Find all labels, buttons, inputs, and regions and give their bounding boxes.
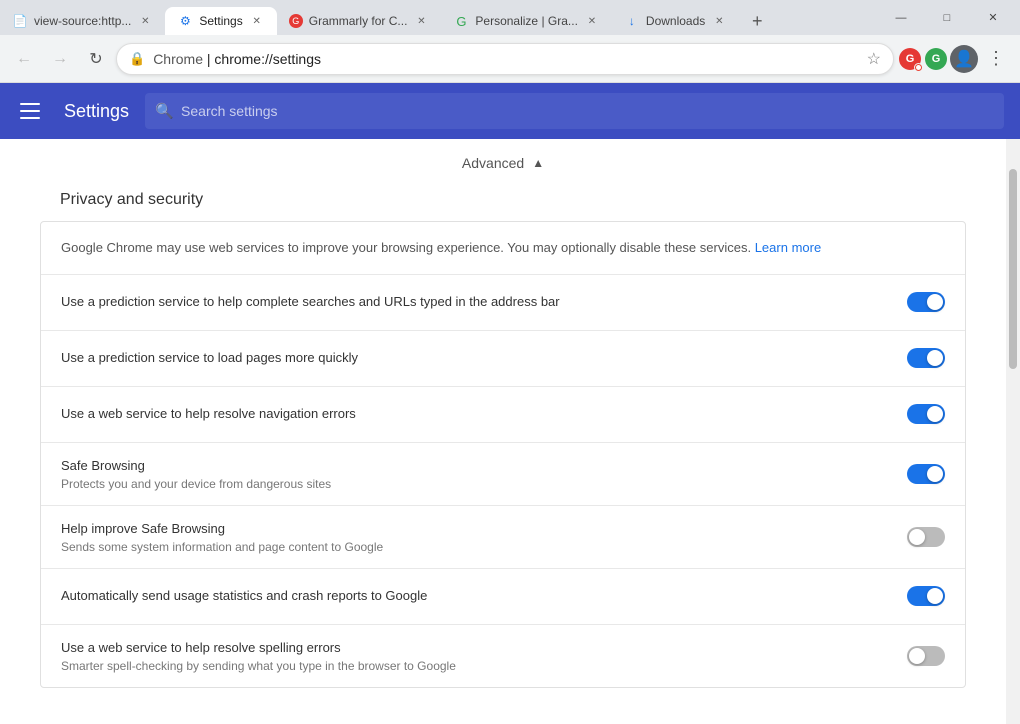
tab-downloads-close[interactable]: ✕	[711, 13, 727, 29]
toggle-prediction-search-text: Use a prediction service to help complet…	[61, 293, 907, 311]
toggle-improve-safe-subtitle: Sends some system information and page c…	[61, 540, 907, 554]
maximize-button[interactable]: □	[924, 0, 970, 35]
toggle-prediction-search-knob	[927, 294, 943, 310]
toggle-safe-browsing-subtitle: Protects you and your device from danger…	[61, 477, 907, 491]
settings-search-input[interactable]	[145, 93, 1004, 129]
toolbar-extensions: G G 👤 ⋮	[898, 43, 1012, 75]
toggle-usage-stats-knob	[927, 588, 943, 604]
toggle-improve-safe-knob	[909, 529, 925, 545]
lock-icon: 🔒	[129, 51, 145, 67]
toggle-row-prediction-search: Use a prediction service to help complet…	[41, 275, 965, 331]
viewsource-tab-icon: 📄	[12, 13, 28, 29]
toggle-row-prediction-pages: Use a prediction service to load pages m…	[41, 331, 965, 387]
scrollbar-track[interactable]	[1006, 139, 1020, 724]
tab-grammarly-label: Grammarly for C...	[309, 14, 408, 28]
toggle-row-spelling: Use a web service to help resolve spelli…	[41, 625, 965, 687]
address-bar[interactable]: 🔒 Chrome | chrome://settings ☆	[116, 43, 894, 75]
toggle-prediction-pages-text: Use a prediction service to load pages m…	[61, 349, 907, 367]
back-button[interactable]: ←	[8, 43, 40, 75]
user-avatar-button[interactable]: 👤	[950, 45, 978, 73]
toggle-row-nav-errors: Use a web service to help resolve naviga…	[41, 387, 965, 443]
toggle-usage-stats-text: Automatically send usage statistics and …	[61, 587, 907, 605]
content-area: Advanced ▲ Privacy and security Google C…	[0, 139, 1006, 724]
toggle-prediction-pages-knob	[927, 350, 943, 366]
advanced-arrow-icon: ▲	[532, 156, 544, 170]
refresh-button[interactable]: ↻	[80, 43, 112, 75]
tab-viewsource-label: view-source:http...	[34, 14, 131, 28]
privacy-settings-card: Google Chrome may use web services to im…	[40, 221, 966, 688]
settings-tab-icon: ⚙	[177, 13, 193, 29]
toggle-improve-safe-title: Help improve Safe Browsing	[61, 520, 907, 538]
toggle-safe-browsing-knob	[927, 466, 943, 482]
toggle-spelling-title: Use a web service to help resolve spelli…	[61, 639, 907, 657]
tab-viewsource-close[interactable]: ✕	[137, 13, 153, 29]
address-separator: |	[203, 51, 214, 67]
main-content: Advanced ▲ Privacy and security Google C…	[0, 139, 1020, 724]
address-path: chrome://settings	[214, 51, 321, 67]
titlebar: 📄 view-source:http... ✕ ⚙ Settings ✕ G G…	[0, 0, 1020, 35]
toggle-prediction-search-title: Use a prediction service to help complet…	[61, 293, 907, 311]
privacy-info-text: Google Chrome may use web services to im…	[41, 222, 965, 275]
toggle-prediction-pages[interactable]	[907, 348, 945, 368]
extension-grammarly2-icon[interactable]: G	[924, 47, 948, 71]
scrollbar-thumb[interactable]	[1009, 169, 1017, 369]
learn-more-link[interactable]: Learn more	[755, 240, 821, 255]
address-brand: Chrome	[153, 51, 203, 67]
tab-viewsource[interactable]: 📄 view-source:http... ✕	[0, 7, 165, 35]
toggle-spelling-subtitle: Smarter spell-checking by sending what y…	[61, 659, 907, 673]
toggle-improve-safe-text: Help improve Safe Browsing Sends some sy…	[61, 520, 907, 554]
close-button[interactable]: ✕	[970, 0, 1016, 35]
tab-grammarly-close[interactable]: ✕	[413, 13, 429, 29]
toggle-nav-errors-text: Use a web service to help resolve naviga…	[61, 405, 907, 423]
tab-settings[interactable]: ⚙ Settings ✕	[165, 7, 276, 35]
settings-search-wrapper: 🔍	[145, 93, 1004, 129]
toggle-row-safe-browsing: Safe Browsing Protects you and your devi…	[41, 443, 965, 506]
toggle-prediction-search[interactable]	[907, 292, 945, 312]
toggle-spelling-text: Use a web service to help resolve spelli…	[61, 639, 907, 673]
tab-settings-label: Settings	[199, 14, 242, 28]
toggle-safe-browsing-title: Safe Browsing	[61, 457, 907, 475]
hamburger-menu-button[interactable]	[16, 95, 48, 127]
tab-settings-close[interactable]: ✕	[249, 13, 265, 29]
tab-grammarly[interactable]: G Grammarly for C... ✕	[277, 7, 442, 35]
toggle-row-usage-stats: Automatically send usage statistics and …	[41, 569, 965, 625]
privacy-section-title: Privacy and security	[0, 191, 1006, 221]
toggle-nav-errors-title: Use a web service to help resolve naviga…	[61, 405, 907, 423]
settings-title: Settings	[64, 101, 129, 122]
toggle-spelling-knob	[909, 648, 925, 664]
bookmark-star-icon[interactable]: ☆	[867, 49, 881, 69]
tab-personalize-close[interactable]: ✕	[584, 13, 600, 29]
minimize-button[interactable]: —	[878, 0, 924, 35]
advanced-section-header[interactable]: Advanced ▲	[0, 139, 1006, 191]
downloads-tab-icon: ↓	[624, 13, 640, 29]
toggle-safe-browsing[interactable]	[907, 464, 945, 484]
tab-personalize[interactable]: G Personalize | Gra... ✕	[441, 7, 612, 35]
address-text: Chrome | chrome://settings	[153, 51, 858, 67]
tab-personalize-label: Personalize | Gra...	[475, 14, 578, 28]
toggle-improve-safe[interactable]	[907, 527, 945, 547]
forward-button[interactable]: →	[44, 43, 76, 75]
tab-downloads-label: Downloads	[646, 14, 705, 28]
settings-header: Settings 🔍	[0, 83, 1020, 139]
toggle-row-improve-safe: Help improve Safe Browsing Sends some sy…	[41, 506, 965, 569]
toggle-safe-browsing-text: Safe Browsing Protects you and your devi…	[61, 457, 907, 491]
new-tab-button[interactable]: +	[743, 7, 771, 35]
navigation-toolbar: ← → ↻ 🔒 Chrome | chrome://settings ☆ G G…	[0, 35, 1020, 83]
chrome-menu-button[interactable]: ⋮	[980, 43, 1012, 75]
toggle-usage-stats[interactable]	[907, 586, 945, 606]
personalize-tab-icon: G	[453, 13, 469, 29]
toggle-prediction-pages-title: Use a prediction service to load pages m…	[61, 349, 907, 367]
window-controls: — □ ✕	[878, 0, 1020, 35]
toggle-nav-errors-knob	[927, 406, 943, 422]
grammarly-tab-icon: G	[289, 14, 303, 28]
advanced-label: Advanced	[462, 155, 524, 171]
toggle-usage-stats-title: Automatically send usage statistics and …	[61, 587, 907, 605]
tab-strip: 📄 view-source:http... ✕ ⚙ Settings ✕ G G…	[0, 0, 878, 35]
toggle-spelling[interactable]	[907, 646, 945, 666]
tab-downloads[interactable]: ↓ Downloads ✕	[612, 7, 739, 35]
extension-grammarly-icon[interactable]: G	[898, 47, 922, 71]
toggle-nav-errors[interactable]	[907, 404, 945, 424]
